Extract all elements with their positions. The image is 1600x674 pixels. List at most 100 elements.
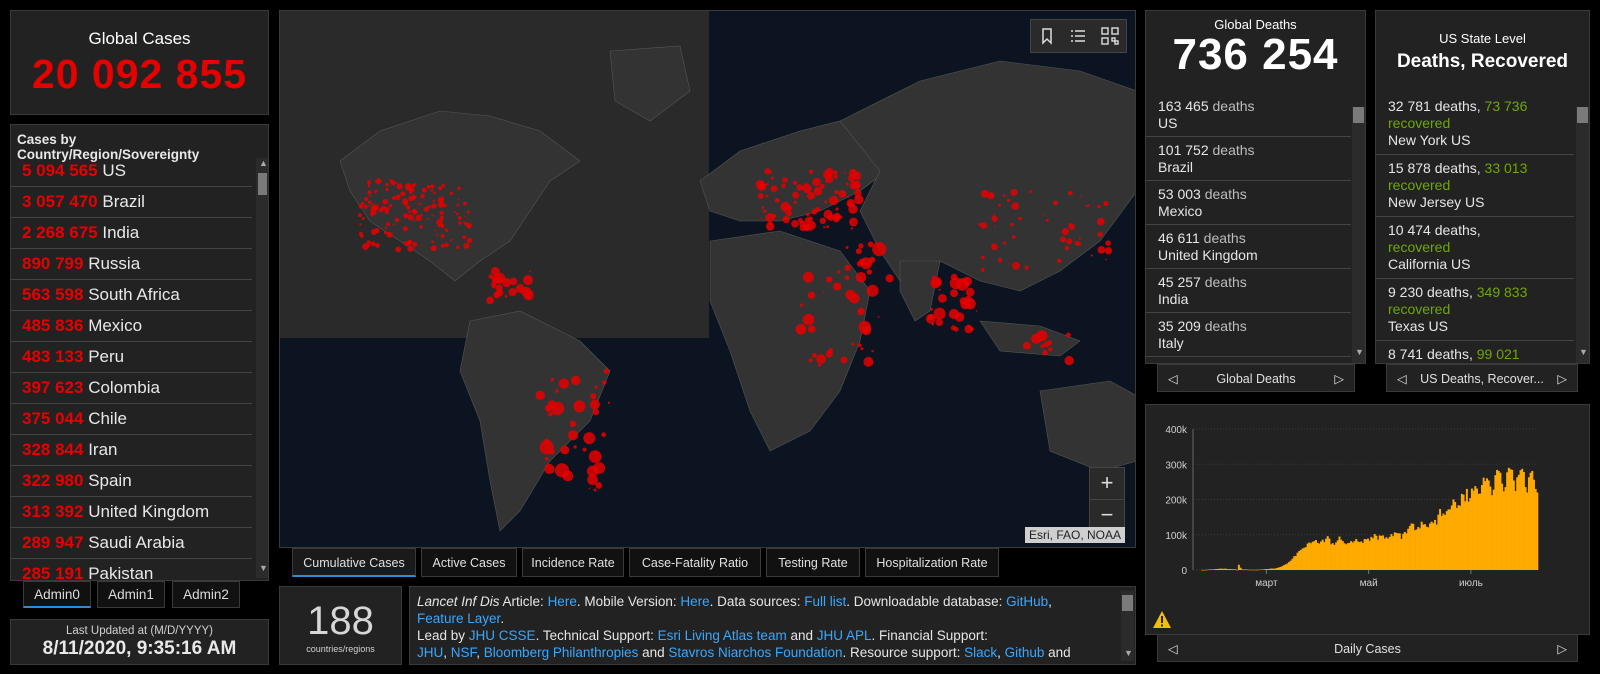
case-marker[interactable] <box>770 176 774 180</box>
case-marker[interactable] <box>426 206 429 209</box>
case-marker[interactable] <box>386 222 390 227</box>
case-marker[interactable] <box>823 209 833 219</box>
case-marker[interactable] <box>825 350 833 358</box>
case-marker[interactable] <box>449 191 453 196</box>
country-row[interactable]: 328 844 Iran <box>11 435 252 466</box>
case-marker[interactable] <box>439 215 444 220</box>
case-marker[interactable] <box>433 191 436 195</box>
case-marker[interactable] <box>385 187 389 192</box>
case-marker[interactable] <box>1068 190 1073 196</box>
case-marker[interactable] <box>438 186 443 191</box>
case-marker[interactable] <box>438 201 445 208</box>
map-tab-1[interactable]: Active Cases <box>421 548 517 577</box>
case-marker[interactable] <box>872 242 887 257</box>
case-marker[interactable] <box>440 243 445 248</box>
case-marker[interactable] <box>763 209 767 213</box>
case-marker[interactable] <box>861 325 872 336</box>
case-marker[interactable] <box>386 231 393 238</box>
case-marker[interactable] <box>419 202 422 206</box>
case-marker[interactable] <box>396 183 403 190</box>
case-marker[interactable] <box>866 284 879 297</box>
case-marker[interactable] <box>948 308 960 320</box>
feature-layer-link[interactable]: Feature Layer <box>417 611 500 626</box>
country-row[interactable]: 313 392 United Kingdom <box>11 497 252 528</box>
case-marker[interactable] <box>868 259 872 263</box>
country-row[interactable]: 485 836 Mexico <box>11 311 252 342</box>
case-marker[interactable] <box>431 203 437 209</box>
case-marker[interactable] <box>826 276 833 283</box>
case-marker[interactable] <box>450 238 453 242</box>
case-marker[interactable] <box>560 445 570 455</box>
case-marker[interactable] <box>508 288 517 297</box>
case-marker[interactable] <box>558 378 569 389</box>
death-row[interactable]: 45 257 deaths India <box>1146 269 1351 313</box>
case-marker[interactable] <box>1068 223 1073 227</box>
case-marker[interactable] <box>848 174 856 182</box>
case-marker[interactable] <box>980 267 985 272</box>
case-marker[interactable] <box>391 195 397 201</box>
case-marker[interactable] <box>431 214 434 217</box>
case-marker[interactable] <box>990 243 998 251</box>
qr-grid-icon[interactable] <box>1100 26 1120 46</box>
case-marker[interactable] <box>555 389 559 393</box>
case-marker[interactable] <box>858 243 864 249</box>
case-marker[interactable] <box>444 228 448 231</box>
case-marker[interactable] <box>846 199 855 208</box>
scroll-down-arrow-icon[interactable]: ▼ <box>259 563 268 573</box>
case-marker[interactable] <box>782 215 790 224</box>
case-marker[interactable] <box>407 214 414 221</box>
case-marker[interactable] <box>486 296 494 305</box>
case-marker[interactable] <box>796 184 803 191</box>
case-marker[interactable] <box>588 487 591 490</box>
case-marker[interactable] <box>371 202 374 206</box>
case-marker[interactable] <box>457 216 462 220</box>
case-marker[interactable] <box>370 212 374 217</box>
case-marker[interactable] <box>885 274 894 283</box>
case-marker[interactable] <box>444 242 449 248</box>
case-marker[interactable] <box>381 205 387 212</box>
case-marker[interactable] <box>363 204 368 209</box>
case-marker[interactable] <box>808 358 813 363</box>
case-marker[interactable] <box>439 210 444 216</box>
case-marker[interactable] <box>791 220 799 228</box>
case-marker[interactable] <box>1053 200 1058 206</box>
case-marker[interactable] <box>384 231 388 235</box>
case-marker[interactable] <box>457 186 461 191</box>
esri-team-link[interactable]: Esri Living Atlas team <box>658 628 787 643</box>
case-marker[interactable] <box>757 182 767 191</box>
case-marker[interactable] <box>407 245 414 252</box>
case-marker[interactable] <box>800 303 804 307</box>
us-state-row[interactable]: 10 474 deaths, recovered California US <box>1376 217 1574 279</box>
case-marker[interactable] <box>877 316 880 319</box>
admin-tab-2[interactable]: Admin2 <box>172 581 240 608</box>
case-marker[interactable] <box>431 240 434 244</box>
case-marker[interactable] <box>367 184 371 188</box>
case-marker[interactable] <box>829 195 839 206</box>
case-marker[interactable] <box>981 255 985 260</box>
case-marker[interactable] <box>964 297 976 310</box>
global-deaths-nav-label[interactable]: Global Deaths <box>1216 372 1295 386</box>
case-marker[interactable] <box>463 221 466 224</box>
case-marker[interactable] <box>931 276 942 288</box>
case-marker[interactable] <box>825 168 834 177</box>
case-marker[interactable] <box>408 210 412 214</box>
case-marker[interactable] <box>858 258 866 265</box>
case-marker[interactable] <box>803 271 814 283</box>
case-marker[interactable] <box>539 440 554 455</box>
case-marker[interactable] <box>567 430 579 441</box>
jhu-csse-link[interactable]: JHU CSSE <box>469 628 536 643</box>
case-marker[interactable] <box>1022 341 1031 350</box>
scroll-thumb[interactable] <box>1122 595 1133 611</box>
bloomberg-link[interactable]: Bloomberg Philanthropies <box>484 645 639 660</box>
case-marker[interactable] <box>807 186 810 189</box>
case-marker[interactable] <box>395 194 401 200</box>
case-marker[interactable] <box>998 203 1001 207</box>
case-marker[interactable] <box>1105 240 1111 246</box>
country-row[interactable]: 890 799 Russia <box>11 249 252 280</box>
case-marker[interactable] <box>812 353 817 358</box>
case-marker[interactable] <box>403 213 409 219</box>
country-row[interactable]: 322 980 Spain <box>11 466 252 497</box>
country-row[interactable]: 563 598 South Africa <box>11 280 252 311</box>
case-marker[interactable] <box>771 213 777 219</box>
case-marker[interactable] <box>409 240 412 243</box>
